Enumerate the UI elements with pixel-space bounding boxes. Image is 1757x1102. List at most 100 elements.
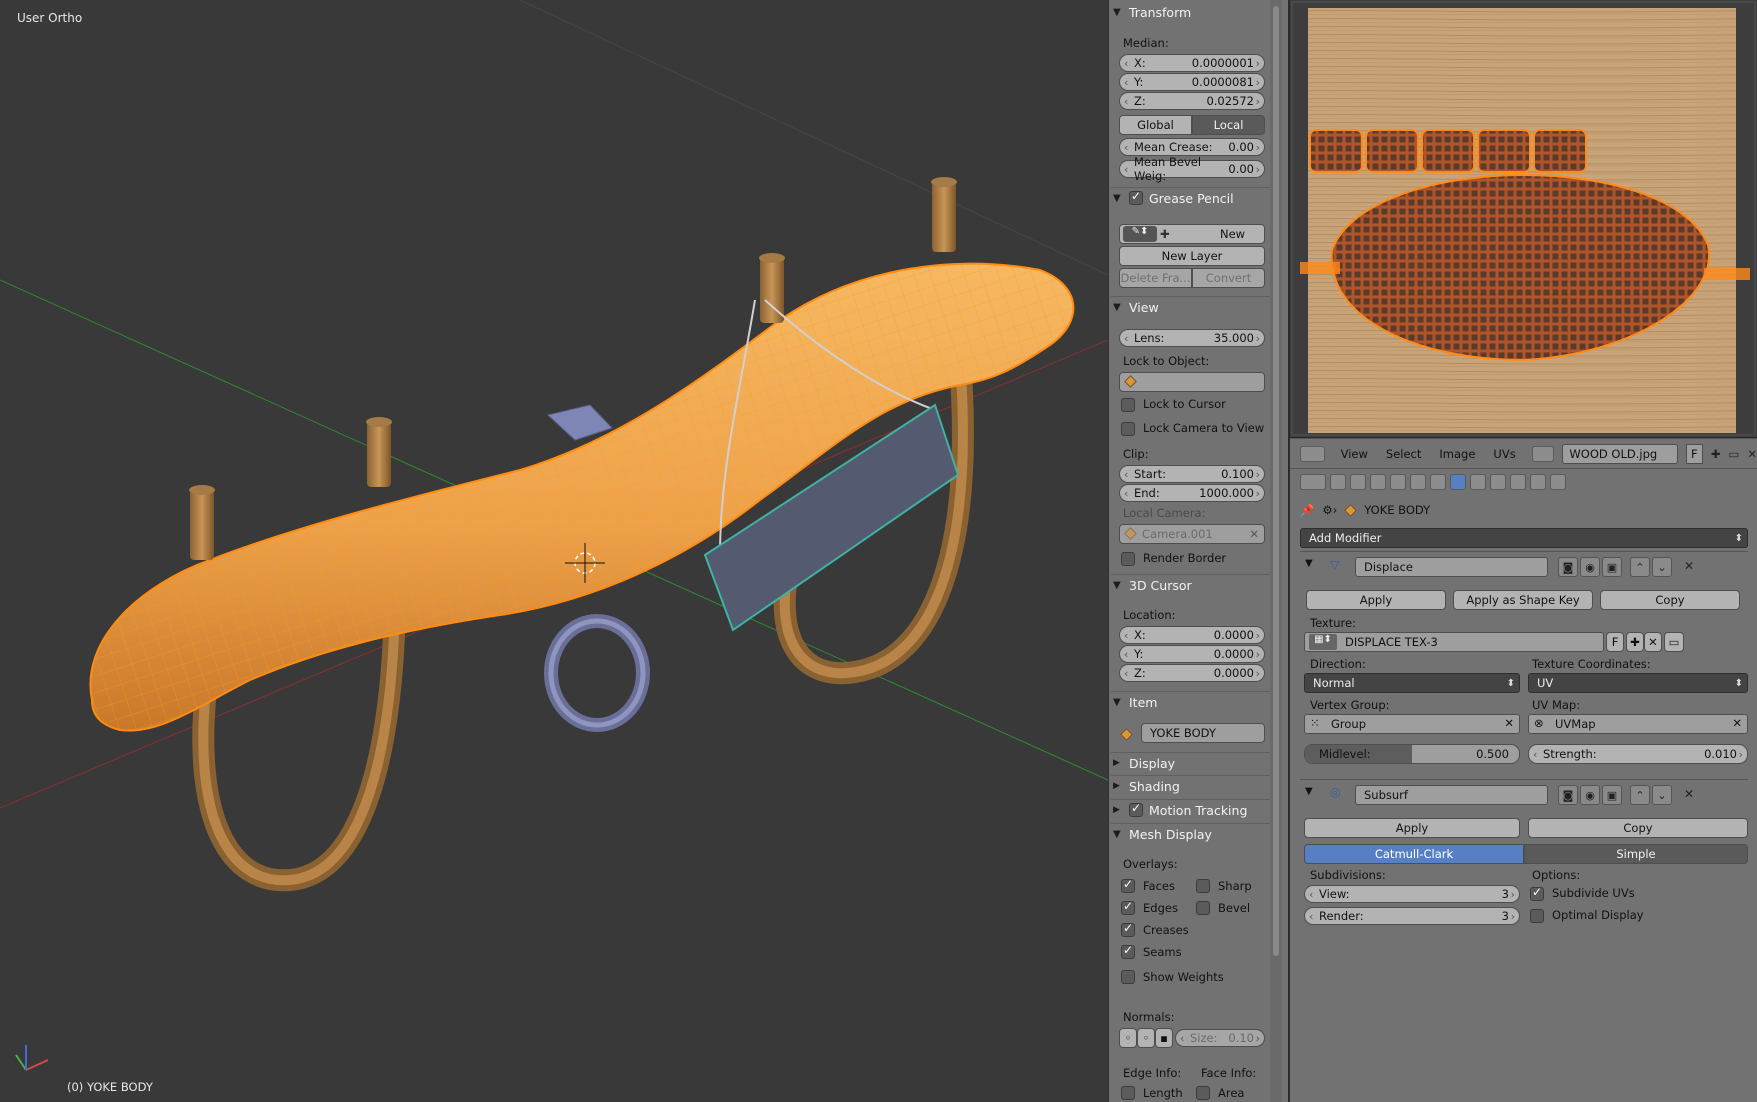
move-down-icon[interactable]: ⌄ [1652,785,1672,805]
faces-checkbox[interactable] [1121,877,1135,893]
cursor-y-field[interactable]: Y:0.0000 [1119,645,1265,663]
editmode-toggle-icon[interactable]: ▣ [1602,785,1622,805]
subsurf-render-field[interactable]: Render:3 [1304,907,1520,925]
show-weights-checkbox[interactable] [1121,970,1135,984]
subsurf-name-field[interactable]: Subsurf [1355,785,1548,805]
panel-view-header[interactable]: ▼ View [1113,296,1263,318]
viewport-toggle-icon[interactable]: ◉ [1580,557,1600,577]
sharp-checkbox[interactable] [1196,879,1210,893]
editor-type-icon[interactable] [1300,474,1326,490]
render-border-checkbox[interactable] [1121,552,1135,566]
cursor-z-field[interactable]: Z:0.0000 [1119,664,1265,682]
grease-pencil-checkbox[interactable] [1129,189,1143,205]
viewport-toggle-icon[interactable]: ◉ [1580,785,1600,805]
vertex-group-field[interactable]: ⁙ Group ✕ [1304,714,1520,734]
checker-texture-icon[interactable]: ▦⬍ [1309,634,1337,650]
median-y-field[interactable]: Y:0.0000081 [1119,73,1265,91]
texture-tab-icon[interactable] [1510,474,1526,490]
lock-object-field[interactable] [1119,372,1265,392]
displace-name-field[interactable]: Displace [1355,557,1548,577]
menu-view[interactable]: View [1341,447,1368,461]
menu-image[interactable]: Image [1439,447,1475,461]
expand-arrow-icon[interactable]: ▼ [1305,558,1313,569]
image-browse-icon[interactable] [1531,445,1555,462]
world-tab-icon[interactable] [1390,474,1406,490]
texture-fake-user-toggle[interactable]: F [1606,632,1624,652]
subdivide-uvs-checkbox[interactable] [1530,885,1544,901]
3d-viewport[interactable]: User Ortho (0) YOKE BODY [0,0,1108,1102]
editor-type-icon[interactable] [1300,445,1325,462]
motion-tracking-checkbox[interactable] [1129,801,1143,817]
median-z-field[interactable]: Z:0.02572 [1119,92,1265,110]
delete-frame-button[interactable]: Delete Fra... [1119,268,1192,288]
particles-tab-icon[interactable] [1530,474,1546,490]
panel-display-header[interactable]: ▶ Display [1113,752,1263,774]
creases-checkbox[interactable] [1121,921,1135,937]
new-image-icon[interactable]: ✚ [1711,447,1721,461]
panel-transform-header[interactable]: ▼ Transform [1113,1,1263,23]
data-tab-icon[interactable] [1470,474,1486,490]
optimal-display-checkbox[interactable] [1530,909,1544,923]
subsurf-apply-button[interactable]: Apply [1304,818,1520,838]
mean-crease-field[interactable]: Mean Crease:0.00 [1119,138,1265,156]
viewport-scene[interactable] [0,0,1108,1102]
fake-user-toggle[interactable]: F [1685,443,1703,464]
bevel-checkbox[interactable] [1196,901,1210,915]
texture-coordinates-dropdown[interactable]: UV [1528,673,1748,693]
pencil-icon[interactable]: ✎⬍ [1123,226,1157,242]
loop-normals-icon[interactable]: ◦ [1137,1028,1155,1048]
modifiers-tab-icon[interactable] [1450,474,1466,490]
move-up-icon[interactable]: ⌃ [1630,557,1650,577]
cursor-x-field[interactable]: X:0.0000 [1119,626,1265,644]
length-checkbox[interactable] [1121,1086,1135,1100]
clear-icon[interactable]: ✕ [1249,527,1259,541]
menu-uvs[interactable]: UVs [1493,447,1515,461]
grease-pencil-new-button[interactable]: ✎⬍ ✚ New [1119,224,1265,244]
direction-dropdown[interactable]: Normal [1304,673,1520,693]
menu-select[interactable]: Select [1386,447,1421,461]
physics-tab-icon[interactable] [1550,474,1566,490]
material-tab-icon[interactable] [1490,474,1506,490]
vertex-normals-icon[interactable]: ◦ [1119,1028,1137,1048]
render-toggle-icon[interactable]: ◙ [1558,785,1578,805]
panel-item-header[interactable]: ▼ Item [1113,691,1263,713]
texture-new-icon[interactable]: ✚ [1626,632,1644,652]
new-layer-button[interactable]: New Layer [1119,246,1265,266]
item-name-field[interactable]: YOKE BODY [1141,723,1265,743]
object-tab-icon[interactable] [1410,474,1426,490]
apply-as-shape-key-button[interactable]: Apply as Shape Key [1453,590,1593,610]
open-image-icon[interactable]: ▭ [1728,447,1739,461]
render-toggle-icon[interactable]: ◙ [1558,557,1578,577]
panel-shading-header[interactable]: ▶ Shading [1113,775,1263,797]
image-name-field[interactable]: WOOD OLD.jpg [1562,443,1678,464]
move-down-icon[interactable]: ⌄ [1652,557,1672,577]
subsurf-copy-button[interactable]: Copy [1528,818,1748,838]
panel-mesh-display-header[interactable]: ▼ Mesh Display [1113,823,1263,845]
panel-motion-tracking-header[interactable]: ▶Motion Tracking [1113,799,1263,821]
convert-button[interactable]: Convert [1192,268,1265,288]
area-checkbox[interactable] [1196,1086,1210,1100]
catmull-clark-toggle[interactable]: Catmull-Clark [1304,844,1524,864]
global-toggle[interactable]: Global [1119,115,1192,135]
lens-field[interactable]: Lens:35.000 [1119,329,1265,347]
clip-start-field[interactable]: Start:0.100 [1119,465,1265,483]
unlink-image-icon[interactable]: ✕ [1747,447,1757,461]
texture-field[interactable]: ▦⬍ DISPLACE TEX-3 [1304,632,1604,652]
scene-tab-icon[interactable] [1370,474,1386,490]
displace-apply-button[interactable]: Apply [1306,590,1446,610]
constraints-tab-icon[interactable] [1430,474,1446,490]
texture-unlink-icon[interactable]: ✕ [1644,632,1662,652]
displace-copy-button[interactable]: Copy [1600,590,1740,610]
expand-arrow-icon[interactable]: ▼ [1305,786,1313,797]
seams-checkbox[interactable] [1121,943,1135,959]
uv-canvas[interactable] [1290,0,1757,437]
shelf-scrollbar[interactable] [1270,0,1282,1102]
lock-to-cursor-checkbox[interactable] [1121,398,1135,412]
panel-3d-cursor-header[interactable]: ▼ 3D Cursor [1113,574,1263,596]
strength-field[interactable]: Strength:0.010 [1528,744,1748,764]
local-toggle[interactable]: Local [1192,115,1265,135]
remove-modifier-icon[interactable]: ✕ [1684,787,1694,801]
face-normals-icon[interactable]: ▪ [1155,1028,1173,1048]
normals-size-field[interactable]: Size:0.10 [1175,1029,1265,1047]
median-x-field[interactable]: X:0.0000001 [1119,54,1265,72]
